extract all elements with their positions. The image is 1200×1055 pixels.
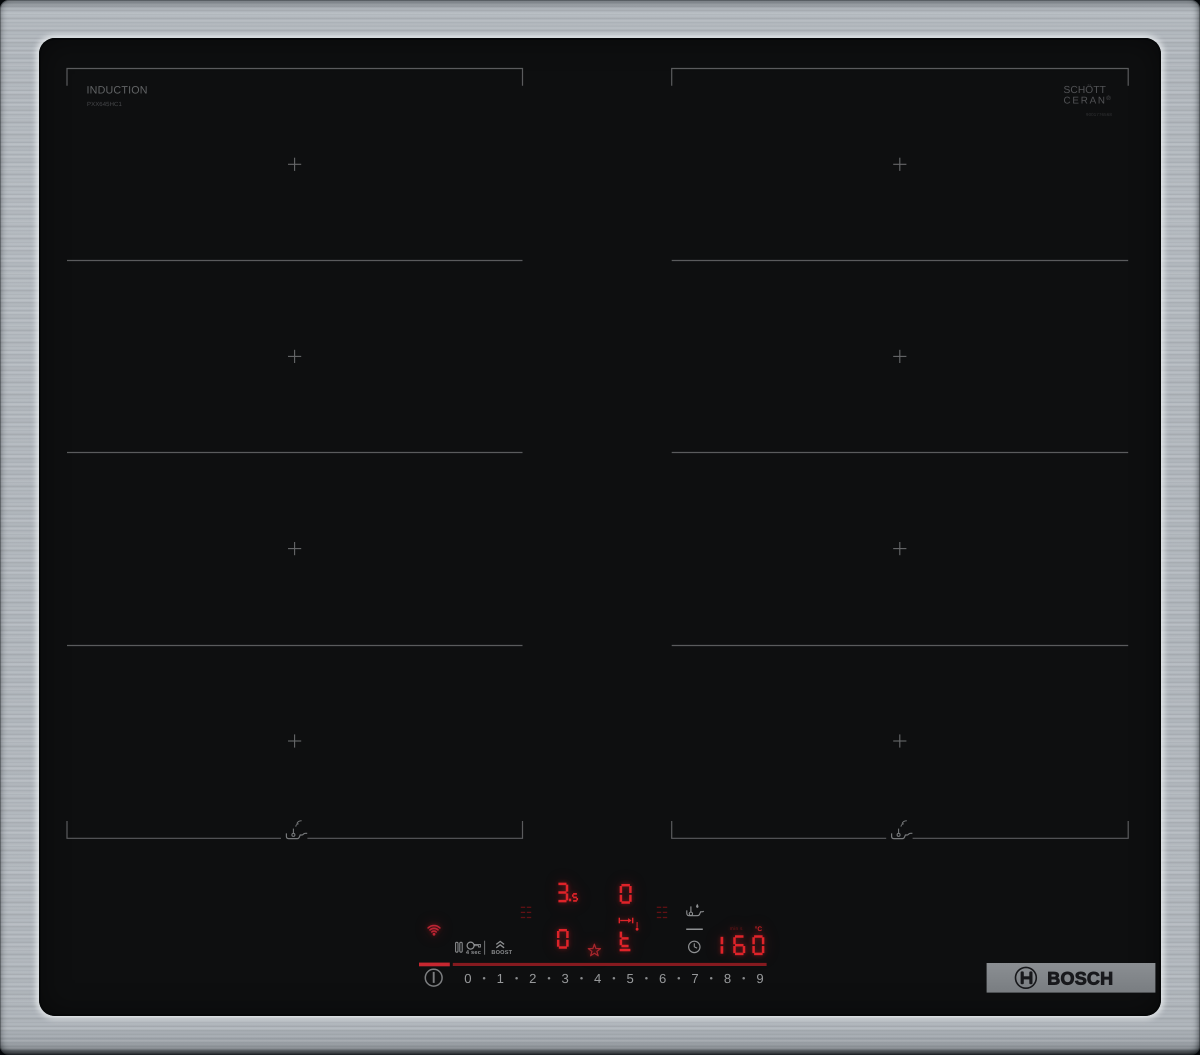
svg-text:SCHÖTT: SCHÖTT: [1064, 84, 1106, 96]
svg-text:3: 3: [562, 971, 569, 986]
svg-text:9: 9: [756, 971, 763, 986]
svg-text:°C: °C: [755, 926, 763, 933]
svg-text:4 sec: 4 sec: [466, 950, 481, 956]
svg-text:PXX645HC1: PXX645HC1: [87, 101, 122, 108]
svg-text:8: 8: [724, 971, 731, 986]
svg-text:®: ®: [1106, 95, 1111, 102]
svg-text:7: 7: [691, 971, 698, 986]
svg-text:INDUCTION: INDUCTION: [87, 85, 148, 97]
svg-text:BOSCH: BOSCH: [1047, 969, 1113, 989]
svg-text:6: 6: [659, 971, 666, 986]
svg-text:5: 5: [626, 971, 633, 986]
svg-text:0: 0: [464, 971, 471, 986]
svg-text:BOOST: BOOST: [491, 950, 512, 956]
svg-text:min s: min s: [730, 926, 743, 932]
svg-text:9001776568: 9001776568: [1086, 112, 1112, 117]
svg-text:4: 4: [594, 971, 601, 986]
svg-text:1: 1: [497, 971, 504, 986]
svg-text:2: 2: [529, 971, 536, 986]
svg-text:CERAN: CERAN: [1064, 96, 1107, 107]
